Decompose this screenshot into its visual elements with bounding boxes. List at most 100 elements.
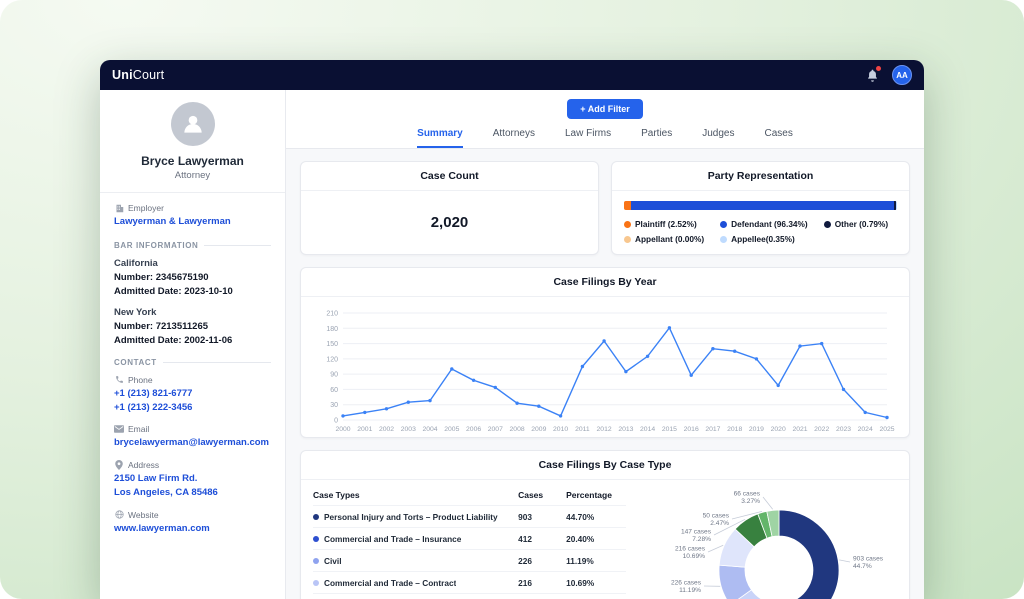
case-count-card: Case Count 2,020 (300, 161, 599, 255)
tab-summary[interactable]: Summary (417, 128, 463, 148)
donut-label: 147 cases (680, 529, 711, 536)
party-bar-segment-plaintiff (624, 201, 631, 210)
svg-text:120: 120 (326, 356, 338, 363)
donut-label: 66 cases (733, 491, 760, 498)
svg-text:150: 150 (326, 341, 338, 348)
legend-item: Plaintiff (2.52%) (624, 219, 704, 229)
building-icon (114, 204, 124, 213)
legend-dot (720, 221, 727, 228)
svg-text:7.28%: 7.28% (692, 536, 711, 543)
donut-label: 216 cases (674, 546, 705, 553)
tab-attorneys[interactable]: Attorneys (493, 128, 535, 148)
notifications-bell-icon[interactable] (865, 68, 880, 83)
contact-phone-block: Phone +1 (213) 821-6777 +1 (213) 222-345… (114, 375, 271, 415)
case-type-dot (313, 580, 319, 586)
svg-text:11.19%: 11.19% (679, 587, 701, 594)
employer-link[interactable]: Lawyerman & Lawyerman (114, 215, 271, 229)
case-type-dot (313, 558, 319, 564)
tab-judges[interactable]: Judges (702, 128, 734, 148)
party-representation-card: Party Representation Plaintiff (2.52%) De… (611, 161, 910, 255)
party-representation-bar (624, 201, 897, 210)
case-type-row[interactable]: Commercial and Trade – Small Claims1477.… (313, 594, 626, 599)
donut-label: 50 cases (702, 513, 729, 520)
case-type-donut-chart: 903 cases44.7%226 cases11.19%216 cases10… (639, 482, 895, 599)
legend-label: Appellant (0.00%) (635, 234, 704, 244)
filter-and-tabs-bar: + Add Filter Summary Attorneys Law Firms… (286, 90, 924, 149)
email-icon (114, 425, 124, 433)
address-line-2[interactable]: Los Angeles, CA 85486 (114, 486, 271, 500)
tab-cases[interactable]: Cases (764, 128, 792, 148)
legend-item: Appellant (0.00%) (624, 234, 704, 244)
case-filings-by-case-type-title: Case Filings By Case Type (301, 451, 909, 480)
case-count-value: 2,020 (301, 191, 598, 254)
app-header: UniCourt AA (100, 60, 924, 90)
bar-item-california: California Number: 2345675190 Admitted D… (114, 258, 271, 297)
legend-label: Other (0.79%) (835, 219, 888, 229)
add-filter-button[interactable]: + Add Filter (567, 99, 642, 119)
case-type-row[interactable]: Personal Injury and Torts – Product Liab… (313, 506, 626, 528)
page-background: UniCourt AA Bryce Lawyerman Attorney (0, 0, 1024, 599)
donut-slice[interactable] (779, 510, 839, 599)
globe-icon (114, 510, 124, 519)
phone-number-2[interactable]: +1 (213) 222-3456 (114, 401, 271, 415)
dashboard-content: Case Count 2,020 Party Representation Pl… (286, 149, 924, 599)
legend-item: Defendant (96.34%) (720, 219, 808, 229)
attorney-role: Attorney (175, 170, 210, 181)
contact-heading: CONTACT (114, 358, 271, 367)
svg-text:2004: 2004 (422, 426, 437, 433)
bar-state: California (114, 258, 271, 269)
email-link[interactable]: brycelawyerman@lawyerman.com (114, 436, 271, 450)
svg-text:2011: 2011 (575, 426, 590, 433)
location-pin-icon (114, 460, 124, 470)
party-bar-segment-appellee (896, 201, 897, 210)
bar-number: Number: 2345675190 (114, 272, 271, 283)
legend-label: Appellee(0.35%) (731, 234, 795, 244)
bar-number: Number: 7213511265 (114, 321, 271, 332)
svg-text:2023: 2023 (836, 426, 851, 433)
app-window: UniCourt AA Bryce Lawyerman Attorney (100, 60, 924, 599)
profile-sidebar: Bryce Lawyerman Attorney Employer Lawyer… (100, 90, 286, 599)
svg-text:2009: 2009 (531, 426, 546, 433)
address-line-1[interactable]: 2150 Law Firm Rd. (114, 472, 271, 486)
contact-address-block: Address 2150 Law Firm Rd. Los Angeles, C… (114, 460, 271, 500)
legend-dot (720, 236, 727, 243)
case-type-dot (313, 514, 319, 520)
case-filings-by-year-card: Case Filings By Year 0306090120150180210… (300, 267, 910, 438)
phone-number-1[interactable]: +1 (213) 821-6777 (114, 387, 271, 401)
svg-text:2020: 2020 (771, 426, 786, 433)
phone-icon (114, 375, 124, 384)
legend-dot (624, 236, 631, 243)
case-type-row[interactable]: Commercial and Trade – Contract21610.69% (313, 572, 626, 594)
tab-law-firms[interactable]: Law Firms (565, 128, 611, 148)
svg-text:2.47%: 2.47% (710, 520, 729, 527)
website-link[interactable]: www.lawyerman.com (114, 522, 271, 536)
svg-text:2025: 2025 (879, 426, 894, 433)
svg-text:2010: 2010 (553, 426, 568, 433)
svg-text:2007: 2007 (488, 426, 503, 433)
brand-logo: UniCourt (112, 68, 164, 82)
contact-website-block: Website www.lawyerman.com (114, 510, 271, 536)
case-type-row[interactable]: Civil22611.19% (313, 550, 626, 572)
svg-text:3.27%: 3.27% (741, 498, 760, 505)
case-filings-by-case-type-card: Case Filings By Case Type Case TypesCase… (300, 450, 910, 599)
contact-email-block: Email brycelawyerman@lawyerman.com (114, 424, 271, 450)
party-representation-title: Party Representation (612, 162, 909, 191)
case-type-row[interactable]: Commercial and Trade – Insurance41220.40… (313, 528, 626, 550)
case-type-table: Case TypesCasesPercentagePersonal Injury… (313, 484, 626, 599)
tab-bar: Summary Attorneys Law Firms Parties Judg… (286, 128, 924, 148)
svg-text:2006: 2006 (466, 426, 481, 433)
legend-item: Other (0.79%) (824, 219, 888, 229)
tab-parties[interactable]: Parties (641, 128, 672, 148)
bar-admitted-date: Admitted Date: 2023-10-10 (114, 286, 271, 297)
svg-text:2005: 2005 (444, 426, 459, 433)
website-label: Website (128, 510, 159, 520)
svg-text:2014: 2014 (640, 426, 655, 433)
brand-text-uni: Uni (112, 68, 133, 82)
svg-text:30: 30 (330, 402, 338, 409)
case-filings-by-year-chart: 0306090120150180210200020012002200320042… (315, 305, 895, 435)
svg-text:210: 210 (326, 311, 338, 318)
case-type-dot (313, 536, 319, 542)
attorney-name: Bryce Lawyerman (141, 154, 244, 168)
case-type-table-header: Case TypesCasesPercentage (313, 484, 626, 506)
user-avatar[interactable]: AA (892, 65, 912, 85)
